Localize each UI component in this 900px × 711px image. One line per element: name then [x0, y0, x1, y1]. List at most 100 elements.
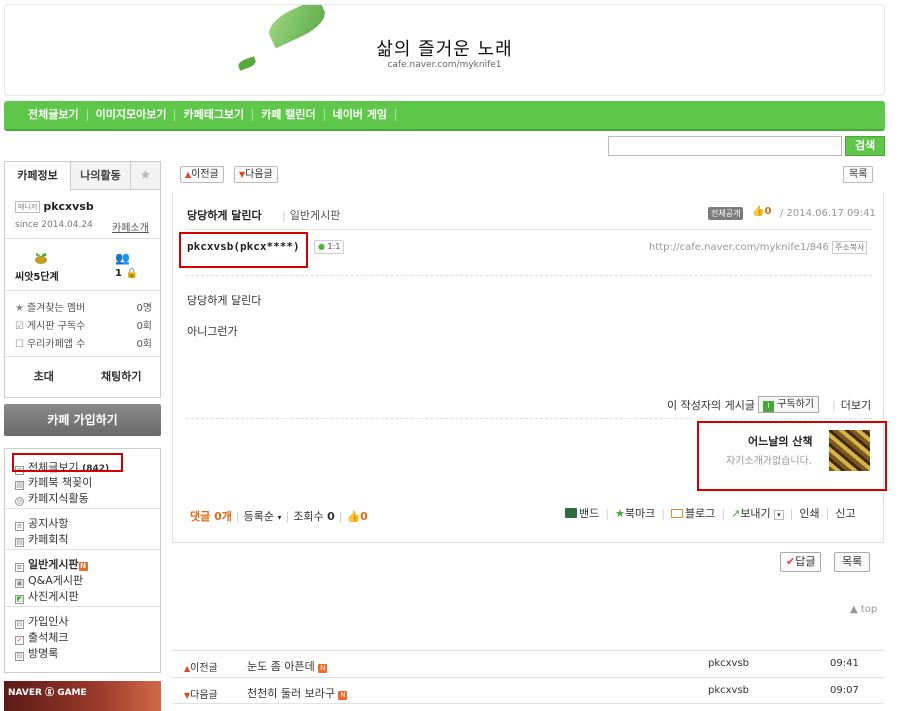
prev-post-title: 눈도 좀 아픈데 N [247, 660, 328, 673]
like-icon: 👍 [752, 206, 765, 217]
menu-notice[interactable]: ≡ 공지사항 [15, 515, 68, 531]
cafe-info-panel: 카페정보 나의활동 ★ 매니저 pkcxvsb since 2014.04.24 … [4, 161, 161, 398]
share-bar: 밴드 | ★북마크 | 블로그 | ↗보내기 ▾ | 인쇄 | 신고 [565, 505, 856, 521]
band-icon [565, 508, 577, 518]
stat-favorite-members: ★ 즐겨찾는 멤버 0명 [15, 303, 152, 314]
divider [5, 549, 160, 550]
search-button[interactable]: 검색 [845, 136, 885, 156]
sort-dropdown[interactable]: 등록순 ▾ [244, 510, 282, 523]
gnb-tags[interactable]: 카페태그보기 [175, 109, 254, 121]
stat-cafe-app: ☐ 우리카페앱 수 0회 [15, 339, 152, 350]
photo-icon: ◩ [15, 595, 24, 604]
tab-my-activity[interactable]: 나의활동 [71, 162, 131, 190]
cafe-title[interactable]: 삶의 즐거운 노래 [5, 35, 884, 61]
share-band[interactable]: 밴드 [565, 505, 599, 521]
sidebar-actions: 초대 채팅하기 [5, 362, 160, 392]
app-icon: ☐ [15, 339, 24, 350]
comment-like[interactable]: 👍0 [346, 510, 367, 523]
like-count[interactable]: 👍0 [752, 206, 771, 217]
menu-qa-board[interactable]: ▣ Q&A게시판 [15, 572, 83, 588]
post-title: 당당하게 달린다 [187, 209, 262, 222]
attendance-icon: ✓ [15, 636, 24, 645]
public-badge: 전체공개 [708, 207, 744, 220]
rss-icon: ⌇ [763, 401, 774, 412]
one-to-one-chat-button[interactable]: ● 1:1 [314, 240, 345, 254]
share-bookmark[interactable]: ★북마크 [615, 505, 655, 521]
book-icon: ▤ [15, 481, 24, 490]
menu-knowledge[interactable]: ◎ 카페지식활동 [15, 490, 89, 506]
post-board-link[interactable]: 일반게시판 [282, 207, 341, 223]
gnb-all-posts[interactable]: 전체글보기 [20, 109, 88, 121]
report-link[interactable]: 신고 [835, 505, 855, 521]
menu-attendance[interactable]: ✓ 출석체크 [15, 629, 68, 645]
board-menu: ≡ 전체글보기 (842) ▤ 카페북 책꽂이 ◎ 카페지식활동 ≡ 공지사항 ▤ 카페회… [4, 448, 161, 673]
join-cafe-button[interactable]: 카페 가입하기 [4, 404, 161, 436]
menu-rules[interactable]: ▤ 카페회칙 [15, 531, 68, 547]
checkbox-icon: ☑ [15, 321, 24, 332]
list-icon: ≡ [15, 563, 24, 572]
divider [5, 606, 160, 607]
invite-button[interactable]: 초대 [5, 362, 83, 392]
highlight-all-posts [12, 453, 123, 472]
menu-greeting[interactable]: ⊟ 가입인사 [15, 613, 68, 629]
post-url[interactable]: http://cafe.naver.com/myknife1/846 [649, 242, 829, 253]
menu-general-board[interactable]: ≡ 일반게시판 N [15, 556, 88, 572]
comment-toggle[interactable]: 댓글 0개 [190, 510, 232, 523]
next-label: ▼다음글 [184, 690, 218, 701]
new-badge: N [338, 691, 348, 700]
prev-post-button[interactable]: ▲이전글 [180, 166, 224, 183]
naver-game-banner[interactable]: NAVER ⓖ GAME [4, 681, 161, 711]
tab-favorite-star-icon[interactable]: ★ [131, 162, 160, 190]
manager-id[interactable]: pkcxvsb [43, 200, 93, 213]
divider [5, 290, 160, 291]
new-badge: N [78, 562, 88, 571]
send-dropdown-icon: ▾ [774, 510, 784, 520]
reply-button[interactable]: ✔답글 [780, 552, 822, 572]
list-button-bottom[interactable]: 목록 [834, 552, 871, 572]
seed-grade-icon [35, 253, 47, 264]
cafe-url[interactable]: cafe.naver.com/myknife1 [5, 60, 884, 70]
menu-photo-board[interactable]: ◩ 사진게시판 [15, 588, 79, 604]
cafe-intro-link[interactable]: 카페소개 [112, 219, 149, 234]
comment-bar: 댓글 0개 | 등록순 ▾ | 조회수 0 | 👍0 [190, 510, 368, 523]
new-badge: N [318, 664, 328, 673]
subscribe-button[interactable]: ⌇ 구독하기 [758, 396, 819, 413]
manager-badge: 매니저 [15, 201, 41, 213]
share-send[interactable]: ↗보내기 ▾ [731, 505, 784, 521]
cafe-header: 삶의 즐거운 노래 cafe.naver.com/myknife1 [4, 4, 885, 96]
menu-guestbook[interactable]: ⊟ 방명록 [15, 645, 58, 661]
list-button[interactable]: 목록 [843, 166, 874, 183]
gnb-naver-game[interactable]: 네이버 게임 [325, 109, 397, 121]
copy-address-button[interactable]: 주소복사 [832, 241, 868, 254]
naver-game-label: NAVER ⓖ GAME [8, 688, 87, 698]
members-icon: 👥 [115, 251, 130, 265]
next-post-button[interactable]: ▼다음글 [234, 166, 278, 183]
menu-cafe-book[interactable]: ▤ 카페북 책꽂이 [15, 474, 92, 490]
tab-cafe-info[interactable]: 카페정보 [5, 162, 71, 191]
cafe-menu-bar: 전체글보기 이미지모아보기 카페태그보기 카페 캘린더 네이버 게임 [4, 101, 885, 131]
next-post-row[interactable]: ▼다음글 천천히 둘러 보라구 N pkcxvsb 09:07 [172, 677, 884, 704]
highlight-author [179, 232, 308, 268]
member-count[interactable]: 1 🔒 [115, 268, 138, 279]
prev-post-writer: pkcxvsb [708, 658, 750, 669]
next-post-writer: pkcxvsb [708, 685, 750, 696]
gnb-image-gallery[interactable]: 이미지모아보기 [88, 109, 176, 121]
post-body-line: 당당하게 달린다 [187, 294, 262, 307]
views: 조회수 0 [293, 510, 335, 523]
divider [186, 275, 872, 276]
gnb-calendar[interactable]: 카페 캘린더 [253, 109, 325, 121]
more-link[interactable]: 더보기 [832, 397, 871, 413]
prev-post-row[interactable]: ▲이전글 눈도 좀 아픈데 N pkcxvsb 09:41 [172, 650, 884, 677]
list-icon: ≡ [15, 522, 24, 531]
next-post-time: 09:07 [830, 685, 859, 696]
print-link[interactable]: 인쇄 [799, 505, 819, 521]
divider [5, 356, 160, 357]
like-icon: 👍 [346, 510, 361, 523]
chat-bubble-icon: ● [318, 242, 325, 251]
share-blog[interactable]: 블로그 [670, 505, 715, 521]
search-input[interactable] [608, 136, 842, 156]
board-icon: ⊟ [15, 620, 24, 629]
top-link[interactable]: ▲ top [850, 604, 877, 615]
chat-button[interactable]: 채팅하기 [83, 362, 161, 392]
star-icon: ★ [15, 303, 24, 314]
